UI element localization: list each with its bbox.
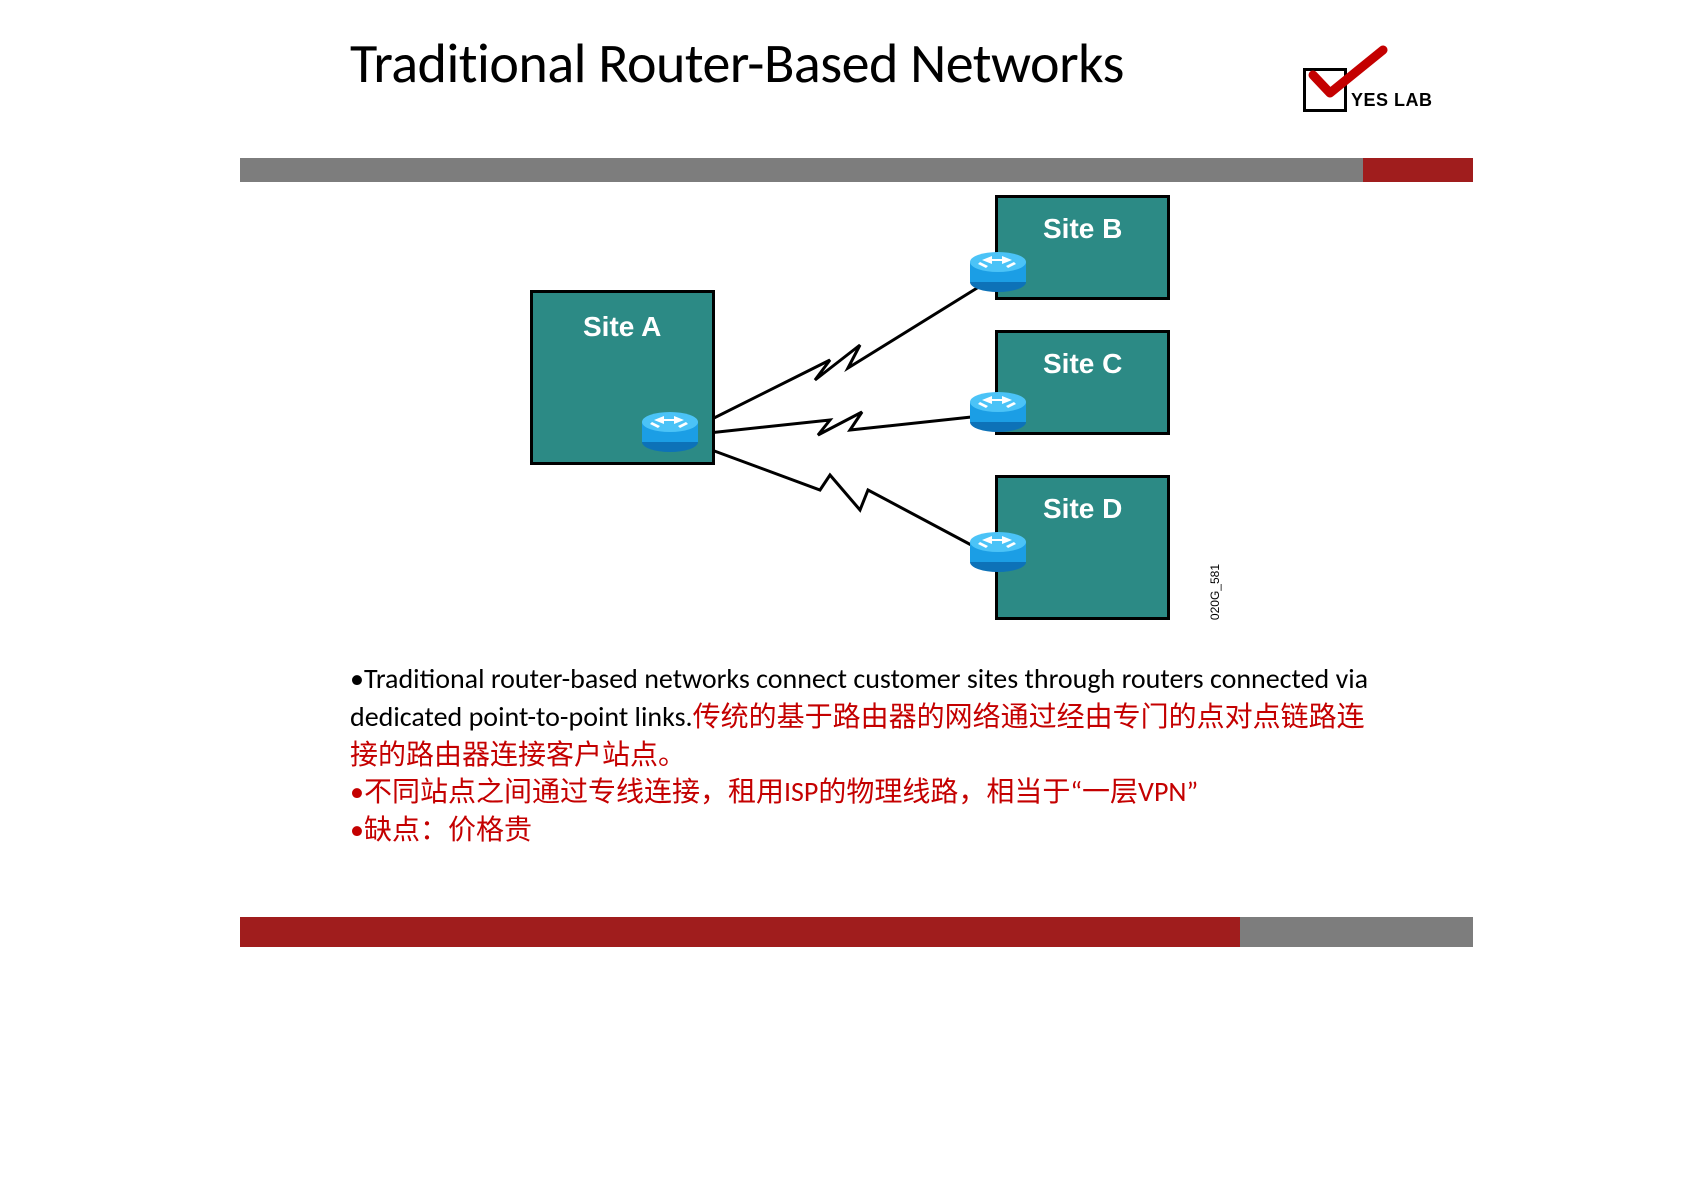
site-label-c: Site C: [1043, 348, 1122, 380]
bar-red: [1363, 158, 1473, 182]
router-icon: [968, 530, 1028, 574]
site-label-a: Site A: [583, 311, 661, 343]
bullet-3: •缺点：价格贵: [350, 811, 1373, 849]
router-icon: [968, 250, 1028, 294]
router-icon: [640, 410, 700, 454]
body-text: •Traditional router-based networks conne…: [350, 660, 1373, 849]
yeslab-logo: YES LAB: [1273, 50, 1433, 130]
site-label-b: Site B: [1043, 213, 1122, 245]
bullet-1: •Traditional router-based networks conne…: [350, 660, 1373, 773]
slide: Traditional Router-Based Networks YES LA…: [210, 0, 1473, 947]
network-diagram: Site A Site B Site C Site D: [490, 190, 1210, 640]
footer-grey: [1240, 917, 1473, 947]
footer-divider: [240, 917, 1473, 947]
logo-text: YES LAB: [1351, 90, 1433, 111]
figure-reference: 020G_581: [1208, 564, 1222, 620]
footer-red: [240, 917, 1240, 947]
router-icon: [968, 390, 1028, 434]
bullet-2: •不同站点之间通过专线连接，租用ISP的物理线路，相当于“一层VPN”: [350, 773, 1373, 811]
bar-grey: [240, 158, 1363, 182]
header-divider: [240, 158, 1473, 182]
site-label-d: Site D: [1043, 493, 1122, 525]
